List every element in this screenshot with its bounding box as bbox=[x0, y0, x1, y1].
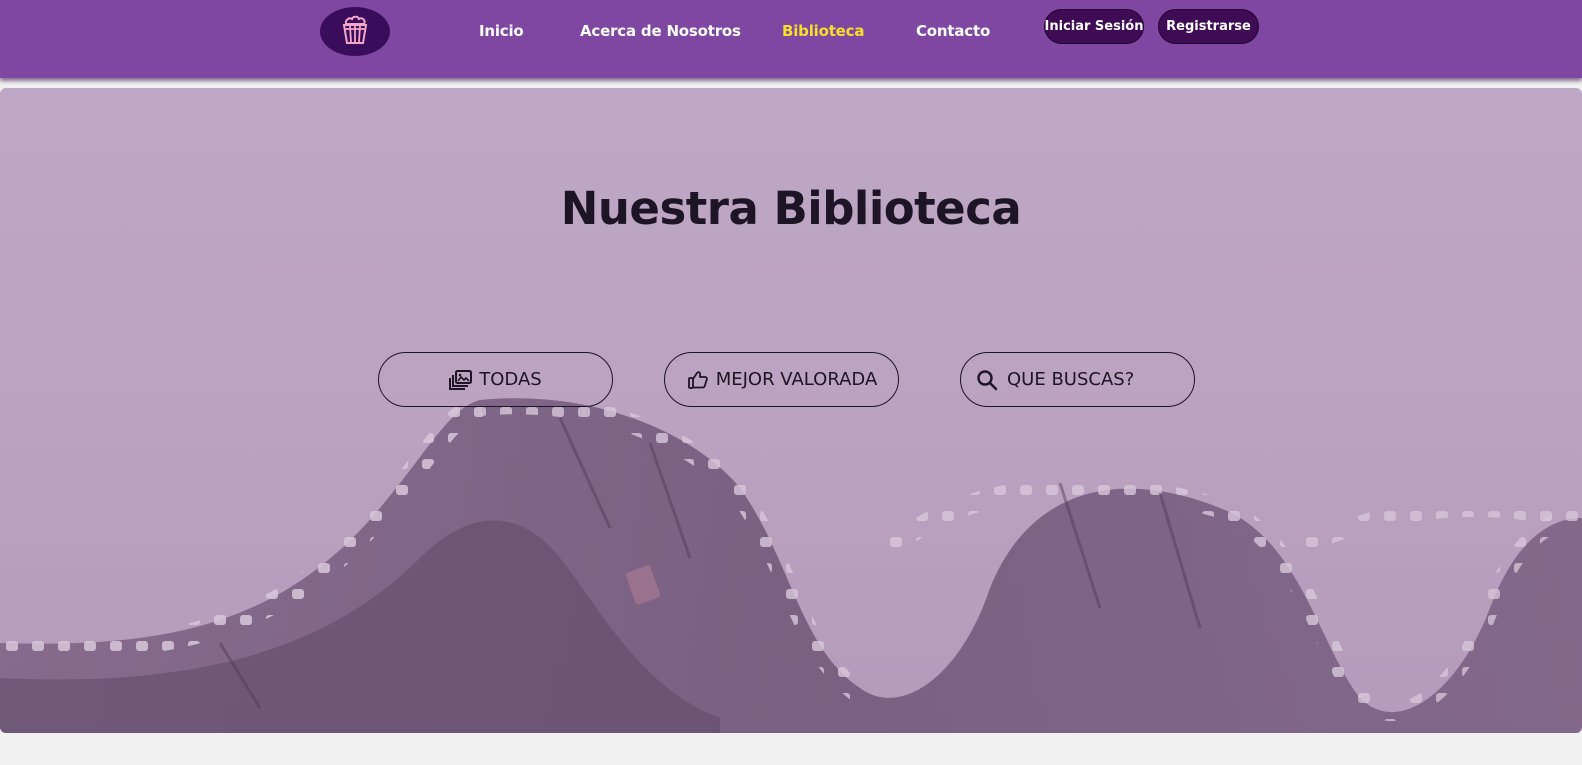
login-button[interactable]: Iniciar Sesión bbox=[1044, 9, 1144, 44]
filter-top-rated-label: MEJOR VALORADA bbox=[715, 369, 878, 390]
search-button[interactable]: QUE BUSCAS? bbox=[960, 352, 1195, 407]
logo[interactable] bbox=[320, 7, 390, 56]
photo-gallery-icon bbox=[449, 369, 473, 391]
page-title: Nuestra Biblioteca bbox=[560, 182, 1022, 235]
thumbs-up-icon bbox=[686, 369, 710, 391]
nav-link-contacto[interactable]: Contacto bbox=[916, 22, 990, 40]
top-navbar: Inicio Acerca de Nosotros Biblioteca Con… bbox=[0, 0, 1582, 78]
nav-link-biblioteca[interactable]: Biblioteca bbox=[782, 22, 864, 40]
search-label: QUE BUSCAS? bbox=[1007, 369, 1135, 390]
search-icon bbox=[975, 369, 999, 391]
register-button[interactable]: Registrarse bbox=[1158, 9, 1259, 44]
popcorn-icon bbox=[338, 13, 372, 51]
hero-banner: Nuestra Biblioteca TODAS MEJOR VALORADA bbox=[0, 88, 1582, 733]
nav-link-acerca[interactable]: Acerca de Nosotros bbox=[580, 22, 741, 40]
filter-all-label: TODAS bbox=[479, 369, 542, 390]
nav-link-inicio[interactable]: Inicio bbox=[479, 22, 524, 40]
page-bottom-area bbox=[0, 733, 1582, 765]
filter-all-button[interactable]: TODAS bbox=[378, 352, 613, 407]
filter-top-rated-button[interactable]: MEJOR VALORADA bbox=[664, 352, 899, 407]
